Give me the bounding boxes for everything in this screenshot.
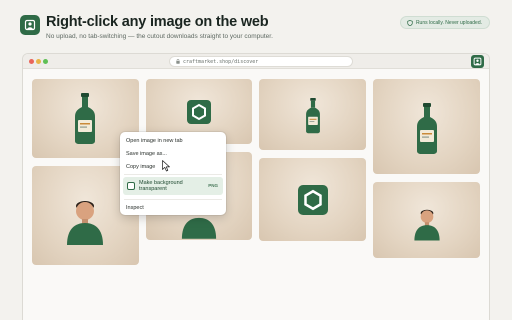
privacy-badge: Runs locally. Never uploaded. xyxy=(399,16,490,29)
address-bar[interactable]: craftmarket.shop/discover xyxy=(169,56,353,67)
hexagon-logo-illustration xyxy=(187,100,211,124)
menu-item-make-transparent[interactable]: Make background transparent PNG xyxy=(123,177,223,195)
maximize-window-button[interactable] xyxy=(43,59,48,64)
privacy-badge-label: Runs locally. Never uploaded. xyxy=(415,19,482,26)
bottle-illustration xyxy=(417,103,437,154)
menu-divider xyxy=(124,199,222,200)
address-bar-url: craftmarket.shop/discover xyxy=(183,58,259,65)
menu-item-copy-image[interactable]: Copy image xyxy=(126,164,155,170)
menu-divider xyxy=(124,174,222,175)
lock-icon xyxy=(176,59,180,64)
page-title: Right-click any image on the web xyxy=(46,14,269,30)
minimize-window-button[interactable] xyxy=(36,59,41,64)
menu-item-make-transparent-label: Make background transparent xyxy=(139,179,183,193)
context-menu: Open image in new tab Save image as... C… xyxy=(120,132,226,215)
person-illustration xyxy=(414,209,440,241)
gallery-image-person[interactable] xyxy=(373,182,480,258)
menu-item-inspect[interactable]: Inspect xyxy=(126,205,144,211)
shield-icon xyxy=(407,19,413,26)
png-tag: PNG xyxy=(208,183,218,188)
menu-item-open-image[interactable]: Open image in new tab xyxy=(126,138,183,144)
bottle-illustration xyxy=(75,93,95,144)
hexagon-logo-illustration xyxy=(298,185,328,215)
gallery-image-bottle[interactable] xyxy=(373,79,480,174)
menu-item-save-image[interactable]: Save image as... xyxy=(126,151,167,157)
bottle-illustration xyxy=(306,98,320,134)
transparency-icon xyxy=(127,182,135,190)
gallery-image-logo[interactable] xyxy=(259,158,366,241)
portrait-icon xyxy=(20,15,40,35)
person-illustration xyxy=(67,201,103,245)
browser-toolbar: craftmarket.shop/discover xyxy=(23,54,489,69)
extension-portrait-icon[interactable] xyxy=(471,55,484,68)
close-window-button[interactable] xyxy=(29,59,34,64)
mouse-cursor-icon xyxy=(162,160,170,172)
gallery-image-bottle[interactable] xyxy=(259,79,366,150)
page-subtitle: No upload, no tab-switching — the cutout… xyxy=(46,33,273,40)
